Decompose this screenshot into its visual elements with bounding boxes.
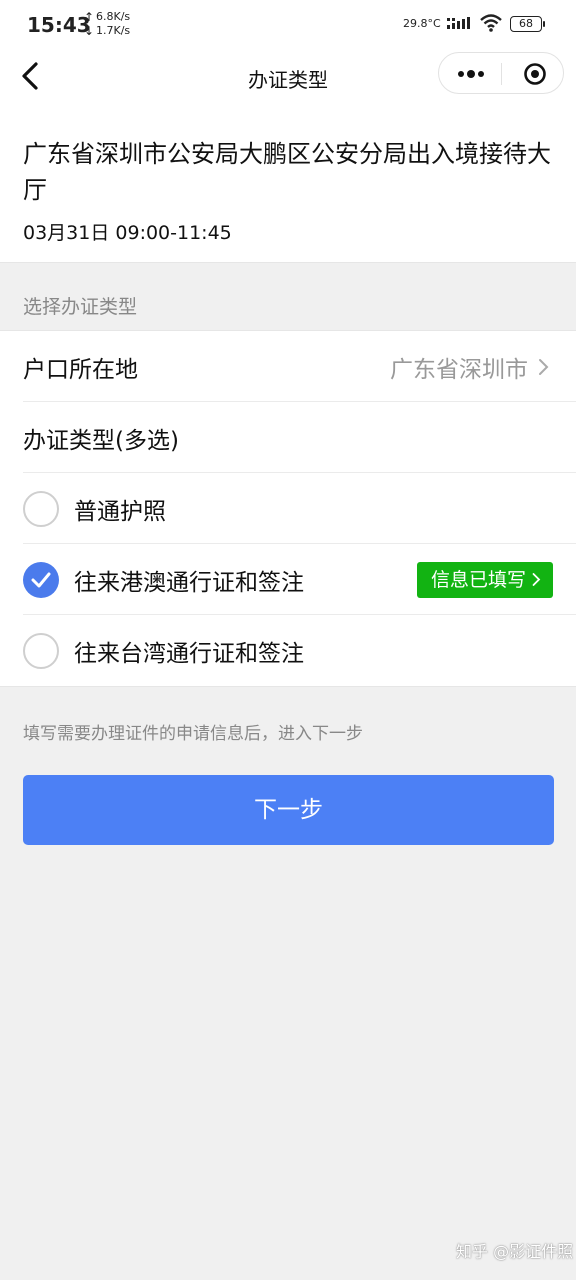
- wifi-icon: [480, 14, 502, 32]
- download-arrow-icon: ↓: [84, 24, 95, 38]
- mini-program-capsule: [438, 52, 564, 94]
- temperature: 29.8°C: [403, 17, 441, 30]
- battery-indicator: 68: [510, 16, 545, 32]
- upload-speed: 6.8K/s: [96, 10, 131, 23]
- more-dots-icon[interactable]: [455, 63, 487, 85]
- appointment-time: 03月31日 09:00-11:45: [23, 222, 232, 244]
- info-filled-badge[interactable]: 信息已填写: [416, 561, 553, 598]
- chevron-right-icon: [539, 358, 549, 375]
- office-name: 广东省深圳市公安局大鹏区公安分局出入境接待大厅: [23, 140, 551, 204]
- option-hk-macau[interactable]: 往来港澳通行证和签注 信息已填写: [0, 544, 576, 615]
- checkmark-icon: [31, 572, 51, 587]
- residence-row[interactable]: 户口所在地 广东省深圳市: [0, 331, 576, 402]
- appointment-header: 广东省深圳市公安局大鹏区公安分局出入境接待大厅 03月31日 09:00-11:…: [0, 106, 576, 263]
- taiwan-checkbox[interactable]: [23, 632, 59, 669]
- watermark: 知乎 @影证件照: [456, 1242, 574, 1261]
- residence-label: 户口所在地: [23, 356, 138, 383]
- residence-value: 广东省深圳市: [390, 356, 528, 383]
- option-taiwan[interactable]: 往来台湾通行证和签注: [0, 615, 576, 686]
- option-label: 往来台湾通行证和签注: [74, 640, 304, 667]
- types-header-row: 办证类型(多选): [0, 402, 576, 473]
- option-label: 普通护照: [74, 498, 166, 525]
- types-header: 办证类型(多选): [23, 427, 179, 454]
- option-passport[interactable]: 普通护照: [0, 473, 576, 544]
- upload-arrow-icon: ↑: [84, 10, 95, 24]
- form-list: 户口所在地 广东省深圳市 办证类型(多选) 普通护照 往来港澳通行证和签注 信息…: [0, 330, 576, 687]
- capsule-divider: [501, 63, 502, 85]
- passport-checkbox[interactable]: [23, 490, 59, 527]
- hint-text: 填写需要办理证件的申请信息后，进入下一步: [23, 724, 363, 744]
- target-icon[interactable]: [523, 62, 547, 86]
- signal-icon: [447, 17, 470, 29]
- badge-label: 信息已填写: [430, 568, 526, 591]
- section-label: 选择办证类型: [23, 296, 138, 318]
- chevron-right-icon: [532, 573, 541, 586]
- nav-bar: 办证类型: [0, 50, 576, 106]
- option-label: 往来港澳通行证和签注: [74, 569, 304, 596]
- status-bar: 15:43 ↑ 6.8K/s ↓ 1.7K/s 29.8°C 68: [0, 0, 576, 50]
- status-time: 15:43: [27, 13, 91, 37]
- download-speed: 1.7K/s: [96, 24, 131, 37]
- hk-macau-checkbox[interactable]: [23, 561, 59, 598]
- network-speed: ↑ 6.8K/s ↓ 1.7K/s: [84, 10, 130, 38]
- next-step-button[interactable]: 下一步: [23, 775, 554, 845]
